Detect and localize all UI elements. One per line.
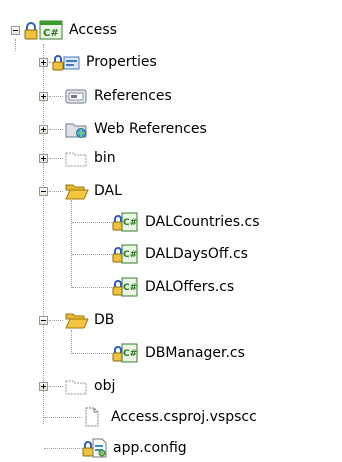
tree-connector <box>49 96 63 97</box>
tree-node-app-config[interactable]: app.config <box>82 437 189 459</box>
tree-item-label: DALDaysOff.cs <box>145 246 248 262</box>
tree-item-label: DBManager.cs <box>145 345 245 361</box>
collapse-dal-button[interactable] <box>39 187 48 196</box>
tree-item-label: DALCountries.cs <box>145 214 260 230</box>
tree-item-label: Access.csproj.vspscc <box>111 409 257 425</box>
tree-connector <box>49 129 63 130</box>
tree-node-bin[interactable]: bin <box>65 147 118 169</box>
tree-connector <box>72 287 112 288</box>
references-icon <box>65 86 87 106</box>
tree-connector <box>43 44 44 424</box>
tree-item-label: obj <box>94 378 116 394</box>
solution-explorer-tree: C# Access Properties References Web Refe… <box>0 0 342 462</box>
svg-text:C#: C# <box>123 218 137 228</box>
expand-web-references-button[interactable] <box>39 125 48 134</box>
csharp-file-icon: C# <box>112 243 138 265</box>
tree-connector <box>72 254 112 255</box>
tree-node-db[interactable]: DB <box>65 309 116 331</box>
tree-node-project[interactable]: C# Access <box>24 19 119 41</box>
tree-node-daldaysoff[interactable]: C# DALDaysOff.cs <box>112 243 250 265</box>
tree-connector <box>49 191 63 192</box>
tree-connector <box>72 353 112 354</box>
svg-text:C#: C# <box>123 349 137 359</box>
tree-item-label: app.config <box>113 440 187 456</box>
tree-connector <box>44 448 82 449</box>
web-references-icon <box>65 119 87 139</box>
tree-item-label: Web References <box>94 121 207 137</box>
tree-node-web-references[interactable]: Web References <box>65 118 209 140</box>
svg-text:C#: C# <box>43 28 59 39</box>
expand-properties-button[interactable] <box>39 58 48 67</box>
expand-bin-button[interactable] <box>39 154 48 163</box>
open-folder-icon <box>65 310 89 330</box>
tree-connector <box>49 158 63 159</box>
tree-connector <box>49 320 63 321</box>
tree-node-obj[interactable]: obj <box>65 375 117 397</box>
properties-folder-icon <box>52 52 80 72</box>
tree-node-dbmanager[interactable]: C# DBManager.cs <box>112 342 247 364</box>
csharp-project-icon: C# <box>39 19 63 41</box>
tree-connector <box>15 39 16 51</box>
svg-text:C#: C# <box>123 250 137 260</box>
tree-item-label: bin <box>94 150 116 166</box>
tree-node-properties[interactable]: Properties <box>52 51 159 73</box>
csharp-file-icon: C# <box>112 211 138 233</box>
svg-text:C#: C# <box>123 283 137 293</box>
tree-connector <box>71 200 72 288</box>
project-label: Access <box>69 22 117 38</box>
collapse-db-button[interactable] <box>39 316 48 325</box>
tree-item-label: DB <box>94 312 115 328</box>
config-file-icon <box>82 437 108 459</box>
lock-icon <box>24 20 38 40</box>
file-icon <box>84 407 100 427</box>
tree-item-label: References <box>94 88 172 104</box>
tree-connector <box>72 222 112 223</box>
expand-obj-button[interactable] <box>39 382 48 391</box>
tree-connector <box>71 330 72 354</box>
tree-node-dal[interactable]: DAL <box>65 180 124 202</box>
expand-references-button[interactable] <box>39 92 48 101</box>
csharp-file-icon: C# <box>112 342 138 364</box>
tree-node-dalcountries[interactable]: C# DALCountries.cs <box>112 211 261 233</box>
tree-node-vspscc[interactable]: Access.csproj.vspscc <box>84 406 259 428</box>
tree-node-daloffers[interactable]: C# DALOffers.cs <box>112 276 236 298</box>
dashed-folder-icon <box>65 148 87 168</box>
csharp-file-icon: C# <box>112 276 138 298</box>
tree-item-label: DAL <box>94 183 122 199</box>
dashed-folder-icon <box>65 376 87 396</box>
tree-connector <box>44 417 82 418</box>
tree-item-label: DALOffers.cs <box>145 279 235 295</box>
tree-connector <box>49 386 63 387</box>
open-folder-icon <box>65 181 89 201</box>
tree-node-references[interactable]: References <box>65 85 174 107</box>
tree-item-label: Properties <box>86 54 157 70</box>
collapse-project-button[interactable] <box>11 26 20 35</box>
